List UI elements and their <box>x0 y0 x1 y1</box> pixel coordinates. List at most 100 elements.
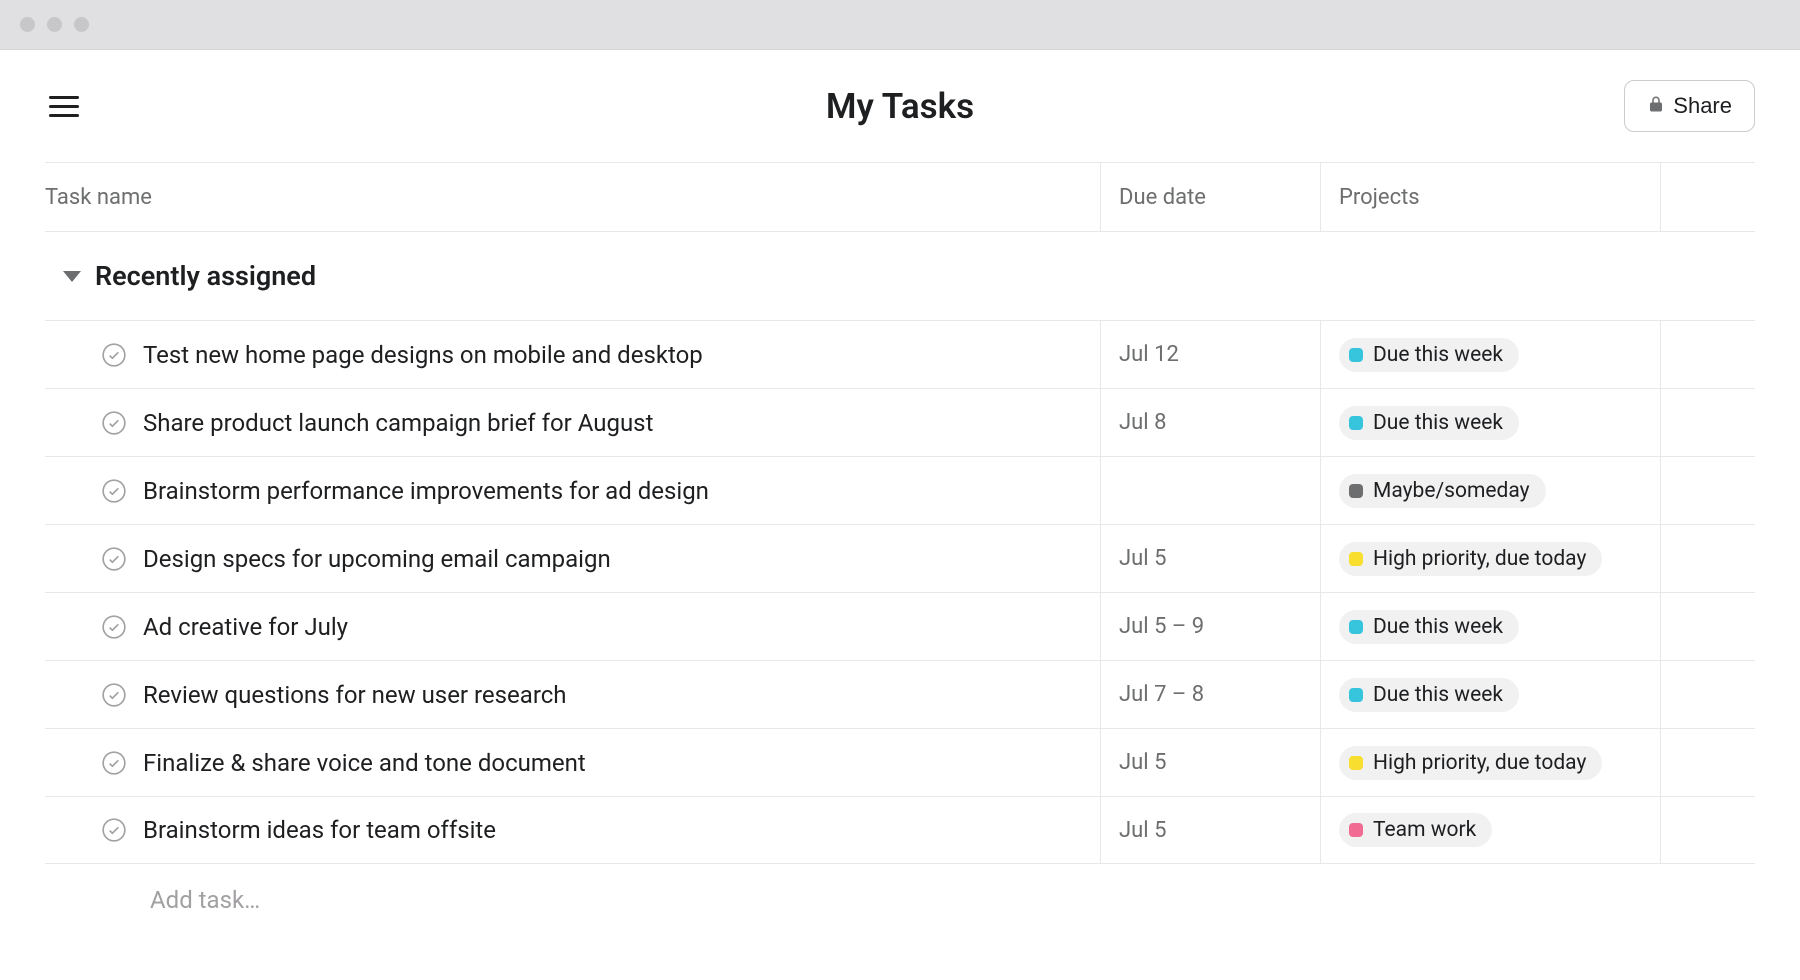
task-name-cell[interactable]: Finalize & share voice and tone document <box>45 729 1100 796</box>
project-tag[interactable]: Due this week <box>1339 406 1519 440</box>
add-task-button[interactable]: Add task… <box>45 864 1755 936</box>
task-table: Task name Due date Projects Recently ass… <box>0 162 1800 936</box>
extra-cell[interactable] <box>1660 457 1755 524</box>
complete-check-icon[interactable] <box>101 546 127 572</box>
project-tag[interactable]: Team work <box>1339 813 1492 847</box>
section-header[interactable]: Recently assigned <box>45 232 1755 320</box>
task-name-cell[interactable]: Test new home page designs on mobile and… <box>45 321 1100 388</box>
extra-cell[interactable] <box>1660 661 1755 728</box>
task-row[interactable]: Finalize & share voice and tone document… <box>45 728 1755 796</box>
section-title: Recently assigned <box>95 260 316 292</box>
extra-cell[interactable] <box>1660 797 1755 863</box>
project-color-dot <box>1349 348 1363 362</box>
projects-cell[interactable]: High priority, due today <box>1320 729 1660 796</box>
due-date-text: Jul 7 – 8 <box>1119 682 1204 707</box>
task-row[interactable]: Ad creative for JulyJul 5 – 9 Due this we… <box>45 592 1755 660</box>
project-tag[interactable]: High priority, due today <box>1339 746 1602 780</box>
task-row[interactable]: Share product launch campaign brief for … <box>45 388 1755 456</box>
complete-check-icon[interactable] <box>101 342 127 368</box>
project-tag[interactable]: Due this week <box>1339 610 1519 644</box>
task-name-cell[interactable]: Share product launch campaign brief for … <box>45 389 1100 456</box>
page-title: My Tasks <box>826 86 974 127</box>
complete-check-icon[interactable] <box>101 614 127 640</box>
due-date-cell[interactable]: Jul 7 – 8 <box>1100 661 1320 728</box>
task-name-cell[interactable]: Brainstorm ideas for team offsite <box>45 797 1100 863</box>
task-row[interactable]: Test new home page designs on mobile and… <box>45 320 1755 388</box>
extra-cell[interactable] <box>1660 729 1755 796</box>
menu-icon[interactable] <box>45 92 83 121</box>
due-date-text: Jul 8 <box>1119 410 1166 435</box>
project-tag[interactable]: Due this week <box>1339 338 1519 372</box>
project-color-dot <box>1349 552 1363 566</box>
task-name-cell[interactable]: Design specs for upcoming email campaign <box>45 525 1100 592</box>
window-chrome <box>0 0 1800 50</box>
project-color-dot <box>1349 823 1363 837</box>
column-header-projects[interactable]: Projects <box>1339 185 1420 210</box>
due-date-cell[interactable]: Jul 8 <box>1100 389 1320 456</box>
extra-cell[interactable] <box>1660 321 1755 388</box>
project-tag[interactable]: Due this week <box>1339 678 1519 712</box>
project-tag-label: Due this week <box>1373 683 1503 707</box>
project-color-dot <box>1349 416 1363 430</box>
due-date-cell[interactable]: Jul 12 <box>1100 321 1320 388</box>
extra-cell[interactable] <box>1660 389 1755 456</box>
complete-check-icon[interactable] <box>101 817 127 843</box>
task-name: Design specs for upcoming email campaign <box>143 545 611 573</box>
project-color-dot <box>1349 756 1363 770</box>
task-name: Test new home page designs on mobile and… <box>143 341 703 369</box>
project-color-dot <box>1349 620 1363 634</box>
task-name: Share product launch campaign brief for … <box>143 409 653 437</box>
projects-cell[interactable]: Due this week <box>1320 321 1660 388</box>
due-date-text: Jul 5 <box>1119 750 1166 775</box>
due-date-cell[interactable]: Jul 5 – 9 <box>1100 593 1320 660</box>
traffic-light-minimize[interactable] <box>47 17 62 32</box>
extra-cell[interactable] <box>1660 593 1755 660</box>
add-task-label: Add task… <box>150 886 260 914</box>
share-button[interactable]: Share <box>1624 80 1755 132</box>
projects-cell[interactable]: Due this week <box>1320 593 1660 660</box>
due-date-cell[interactable]: Jul 5 <box>1100 729 1320 796</box>
projects-cell[interactable]: High priority, due today <box>1320 525 1660 592</box>
due-date-cell[interactable]: Jul 5 <box>1100 797 1320 863</box>
project-tag-label: Due this week <box>1373 411 1503 435</box>
task-row[interactable]: Brainstorm performance improvements for … <box>45 456 1755 524</box>
task-name: Brainstorm performance improvements for … <box>143 477 709 505</box>
project-tag-label: High priority, due today <box>1373 547 1586 571</box>
project-color-dot <box>1349 688 1363 702</box>
traffic-light-zoom[interactable] <box>74 17 89 32</box>
due-date-cell[interactable]: Jul 5 <box>1100 525 1320 592</box>
task-name: Brainstorm ideas for team offsite <box>143 816 496 844</box>
project-color-dot <box>1349 484 1363 498</box>
extra-cell[interactable] <box>1660 525 1755 592</box>
traffic-light-close[interactable] <box>20 17 35 32</box>
projects-cell[interactable]: Team work <box>1320 797 1660 863</box>
project-tag[interactable]: Maybe/someday <box>1339 474 1546 508</box>
task-name-cell[interactable]: Ad creative for July <box>45 593 1100 660</box>
task-name: Finalize & share voice and tone document <box>143 749 586 777</box>
app-content: My Tasks Share Task name Due date Projec… <box>0 50 1800 936</box>
project-tag-label: High priority, due today <box>1373 751 1586 775</box>
task-row[interactable]: Brainstorm ideas for team offsite Jul 5 Te… <box>45 796 1755 864</box>
project-tag[interactable]: High priority, due today <box>1339 542 1602 576</box>
column-header-extra[interactable] <box>1660 163 1755 231</box>
table-header: Task name Due date Projects <box>45 162 1755 232</box>
task-row[interactable]: Review questions for new user research Ju… <box>45 660 1755 728</box>
task-name-cell[interactable]: Brainstorm performance improvements for … <box>45 457 1100 524</box>
task-name-cell[interactable]: Review questions for new user research <box>45 661 1100 728</box>
column-header-task-name[interactable]: Task name <box>45 185 152 210</box>
app-header: My Tasks Share <box>0 50 1800 162</box>
projects-cell[interactable]: Due this week <box>1320 661 1660 728</box>
due-date-text: Jul 12 <box>1119 342 1179 367</box>
column-header-due-date[interactable]: Due date <box>1119 185 1206 210</box>
lock-icon <box>1647 93 1665 119</box>
complete-check-icon[interactable] <box>101 410 127 436</box>
complete-check-icon[interactable] <box>101 682 127 708</box>
due-date-cell[interactable] <box>1100 457 1320 524</box>
project-tag-label: Maybe/someday <box>1373 479 1530 503</box>
projects-cell[interactable]: Due this week <box>1320 389 1660 456</box>
complete-check-icon[interactable] <box>101 750 127 776</box>
task-row[interactable]: Design specs for upcoming email campaign… <box>45 524 1755 592</box>
project-tag-label: Due this week <box>1373 343 1503 367</box>
projects-cell[interactable]: Maybe/someday <box>1320 457 1660 524</box>
complete-check-icon[interactable] <box>101 478 127 504</box>
